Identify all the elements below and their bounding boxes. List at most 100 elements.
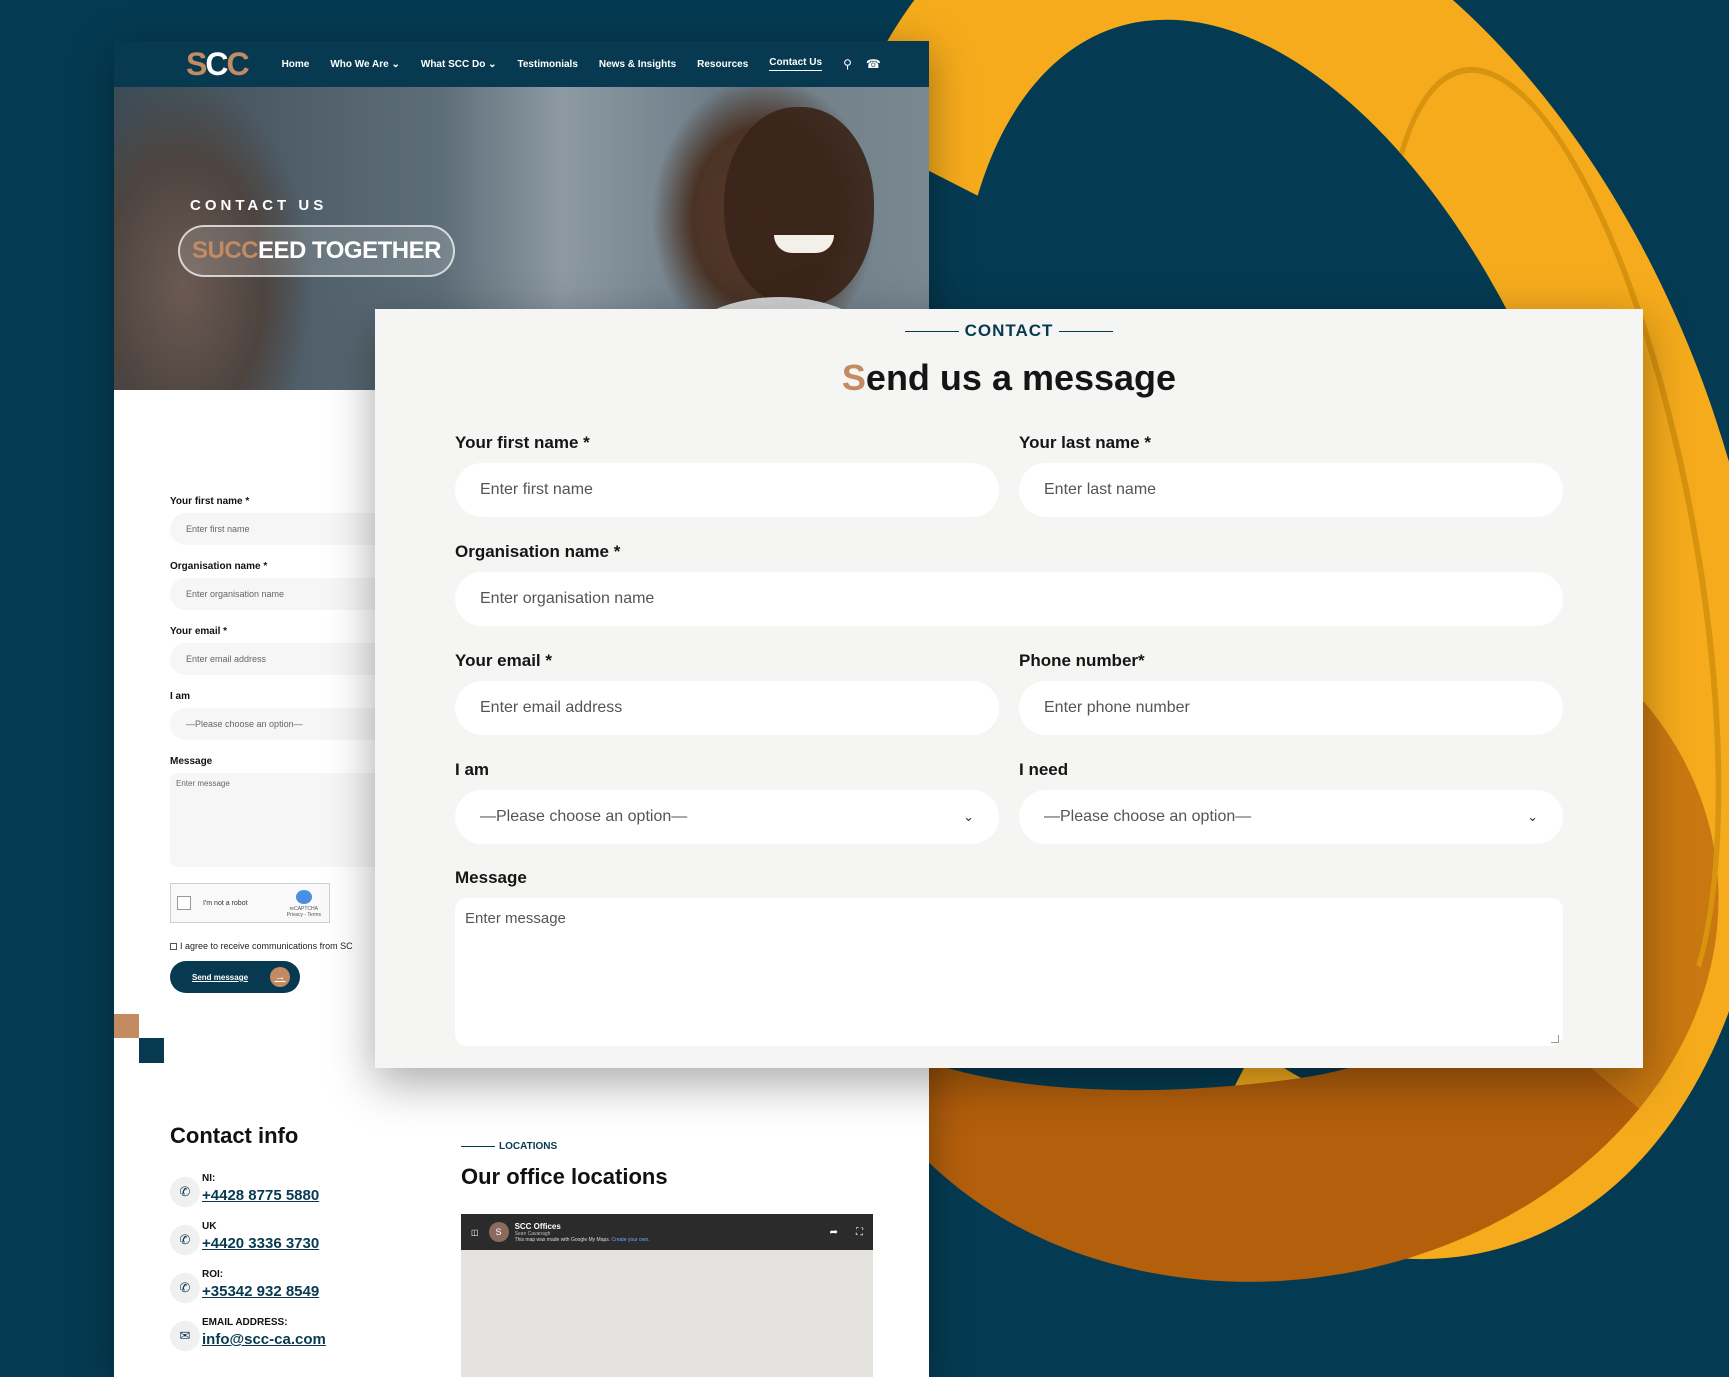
i-am-value: —Please choose an option— — [480, 808, 688, 825]
message-textarea[interactable]: Enter message — [455, 898, 1563, 1046]
card-kicker: CONTACT — [375, 321, 1643, 341]
card-title-accent: S — [841, 357, 866, 398]
email-field[interactable]: Enter email address — [170, 643, 410, 675]
arrow-right-icon: → — [270, 967, 290, 987]
recaptcha-label: I'm not a robot — [203, 899, 248, 907]
chevron-down-icon: ⌄ — [391, 58, 400, 70]
map-info: SCC Offices Sean Cavanagh This map was m… — [515, 1222, 650, 1243]
email-group: Your email * Enter email address — [455, 651, 999, 735]
organisation-field[interactable]: Enter organisation name — [170, 578, 410, 610]
phone-label: Phone number* — [1019, 651, 1145, 670]
hero-title-accent: SUCC — [192, 237, 259, 264]
map-create-link[interactable]: Create your own. — [612, 1237, 650, 1243]
locations-title: Our office locations — [461, 1164, 668, 1189]
nav-item-home[interactable]: Home — [282, 59, 310, 70]
embedded-map[interactable]: ◫ S SCC Offices Sean Cavanagh This map w… — [461, 1214, 873, 1377]
organisation-label: Organisation name * — [455, 542, 621, 561]
i-am-label: I am — [170, 691, 191, 702]
contact-email-link[interactable]: info@scc-ca.com — [202, 1331, 326, 1348]
nav-item-label: What SCC Do — [420, 58, 486, 70]
hero-photo-person — [724, 107, 874, 307]
i-need-value: —Please choose an option— — [1044, 808, 1252, 825]
nav-item-testimonials[interactable]: Testimonials — [518, 59, 578, 70]
map-sidebar-icon[interactable]: ◫ — [471, 1228, 479, 1237]
phone-icon: ✆ — [170, 1177, 200, 1207]
logo-letter-c2: C — [226, 45, 249, 82]
fullscreen-icon[interactable]: ⛶ — [856, 1227, 863, 1238]
contact-phone-link[interactable]: +35342 932 8549 — [202, 1283, 319, 1300]
i-need-select[interactable]: —Please choose an option— ⌄ — [1019, 790, 1563, 844]
recaptcha-links[interactable]: Privacy - Terms — [287, 912, 321, 918]
message-label: Message — [455, 868, 527, 887]
mail-icon: ✉ — [170, 1321, 200, 1351]
contact-label: ROI: — [202, 1269, 224, 1280]
nav-item-resources[interactable]: Resources — [697, 59, 748, 70]
decorative-square-navy — [139, 1038, 164, 1063]
kicker-line — [461, 1146, 495, 1147]
nav-item-contact-us[interactable]: Contact Us — [769, 57, 823, 71]
card-title: Send us a message — [375, 357, 1643, 399]
first-name-group: Your first name * Enter first name — [455, 433, 999, 517]
map-note: This map was made with Google My Maps. C… — [515, 1237, 650, 1243]
map-title: SCC Offices — [514, 1221, 561, 1231]
contact-row-uk: ✆ UK +4420 3336 3730 — [170, 1221, 420, 1255]
nav-item-news-insights[interactable]: News & Insights — [599, 59, 676, 70]
message-label: Message — [170, 756, 213, 767]
recaptcha-icon — [295, 890, 312, 904]
contact-row-roi: ✆ ROI: +35342 932 8549 — [170, 1269, 420, 1303]
top-nav: SCC Home Who We Are ⌄ What SCC Do ⌄ Test… — [114, 41, 929, 87]
card-kicker-text: CONTACT — [964, 321, 1054, 340]
contact-row-ni: ✆ NI: +4428 8775 5880 — [170, 1173, 420, 1207]
first-name-label: Your first name * — [455, 433, 590, 452]
logo-letter-c1: C — [205, 45, 228, 82]
scc-logo[interactable]: SCC — [186, 45, 250, 83]
resize-handle-icon[interactable] — [1551, 1035, 1559, 1043]
i-am-select[interactable]: —Please choose an option— ⌄ — [455, 790, 999, 844]
i-need-group: I need —Please choose an option— ⌄ — [1019, 760, 1563, 844]
phone-input[interactable]: Enter phone number — [1019, 681, 1563, 735]
map-tools: ➦ ⛶ — [830, 1227, 863, 1238]
organisation-input[interactable]: Enter organisation name — [455, 572, 1563, 626]
locations-section: LOCATIONS Our office locations ◫ S SCC O… — [461, 1141, 873, 1377]
chevron-down-icon: ⌄ — [488, 58, 497, 70]
background-contact-form: Your first name * Enter first name Organ… — [170, 496, 410, 993]
map-avatar: S — [488, 1222, 509, 1242]
share-icon[interactable]: ➦ — [830, 1227, 838, 1238]
phone-icon[interactable]: ☎ — [866, 57, 881, 71]
message-group: Message Enter message — [455, 868, 1563, 1046]
nav-item-who-we-are[interactable]: Who We Are ⌄ — [330, 59, 400, 70]
contact-phone-link[interactable]: +4420 3336 3730 — [202, 1235, 319, 1252]
send-message-button[interactable]: Send message → — [170, 961, 300, 993]
contact-row-email: ✉ EMAIL ADDRESS: info@scc-ca.com — [170, 1317, 420, 1351]
nav-item-what-scc-do[interactable]: What SCC Do ⌄ — [421, 59, 497, 70]
last-name-group: Your last name * Enter last name — [1019, 433, 1563, 517]
consent-checkbox[interactable] — [170, 942, 177, 950]
recaptcha-widget: I'm not a robot reCAPTCHA Privacy - Term… — [170, 883, 330, 923]
last-name-input[interactable]: Enter last name — [1019, 463, 1563, 517]
contact-phone-link[interactable]: +4428 8775 5880 — [202, 1187, 319, 1204]
organisation-group: Organisation name * Enter organisation n… — [455, 542, 1563, 626]
email-label: Your email * — [455, 651, 552, 670]
phone-group: Phone number* Enter phone number — [1019, 651, 1563, 735]
phone-icon: ✆ — [170, 1225, 200, 1255]
locations-kicker-text: LOCATIONS — [499, 1141, 558, 1152]
i-am-select[interactable]: —Please choose an option— — [170, 708, 410, 740]
hero-kicker: CONTACT US — [190, 197, 328, 214]
last-name-label: Your last name * — [1019, 433, 1151, 452]
i-need-label: I need — [1019, 760, 1069, 779]
locations-kicker: LOCATIONS — [461, 1141, 873, 1152]
contact-form-card: CONTACT Send us a message Your first nam… — [375, 309, 1643, 1068]
contact-label: NI: — [202, 1173, 216, 1184]
organisation-label: Organisation name * — [170, 561, 268, 572]
message-textarea[interactable]: Enter message — [170, 773, 410, 867]
email-input[interactable]: Enter email address — [455, 681, 999, 735]
first-name-field[interactable]: Enter first name — [170, 513, 410, 545]
message-placeholder: Enter message — [465, 910, 566, 927]
send-message-label: Send message — [192, 972, 249, 982]
recaptcha-checkbox[interactable] — [177, 896, 191, 910]
first-name-input[interactable]: Enter first name — [455, 463, 999, 517]
hero-title: SUCCEED TOGETHER — [178, 225, 455, 277]
hero-title-rest: EED TOGETHER — [258, 237, 441, 264]
kicker-line — [1059, 330, 1114, 332]
search-icon[interactable]: ⚲ — [843, 57, 852, 71]
